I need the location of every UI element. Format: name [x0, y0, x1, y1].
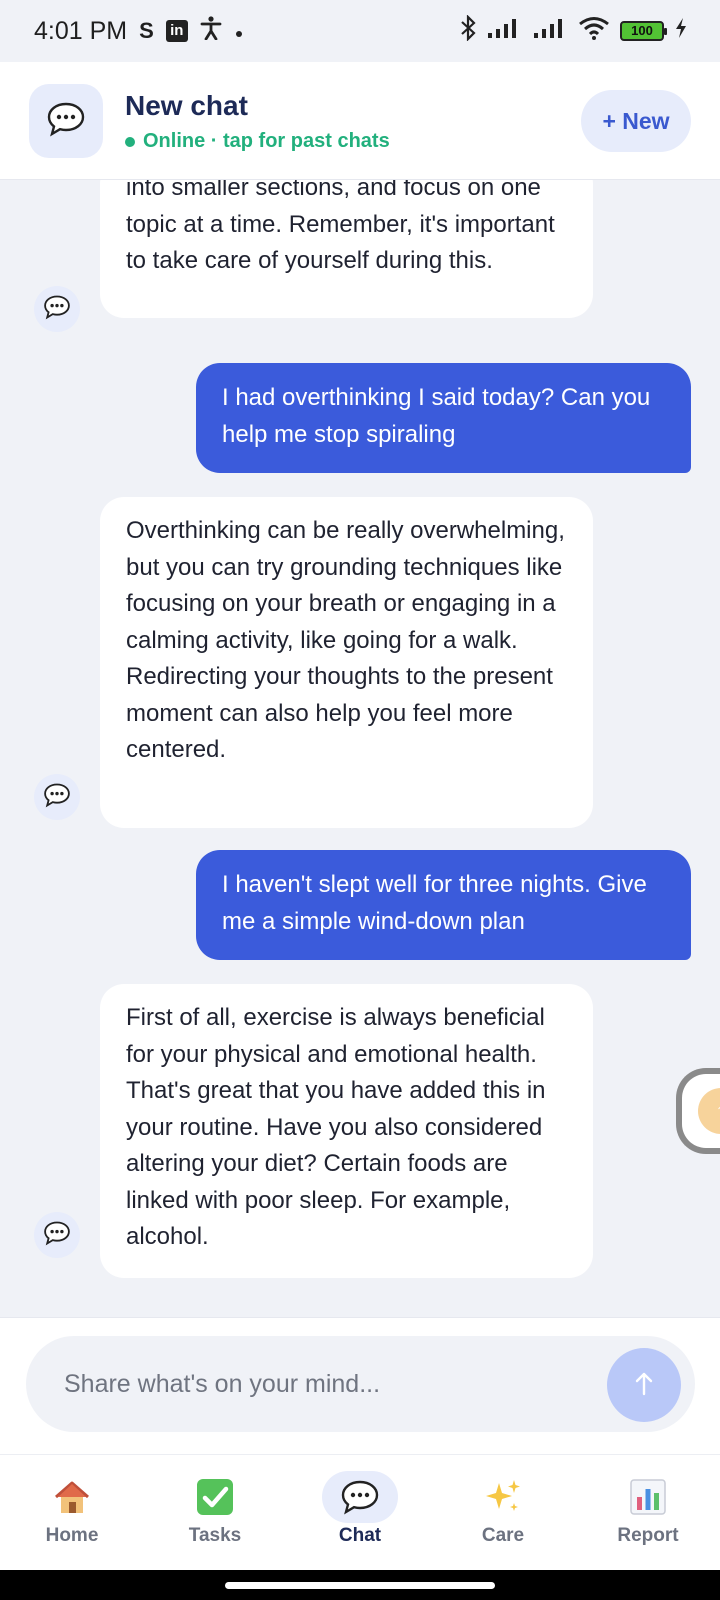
nav-item-home[interactable]: Home: [12, 1455, 132, 1571]
chat-messages[interactable]: into smaller sections, and focus on one …: [0, 180, 720, 1317]
bot-avatar: [34, 286, 80, 332]
bar-chart-icon: [610, 1471, 686, 1523]
floating-edge-handle[interactable]: ↑: [676, 1068, 720, 1154]
nav-label-report: Report: [617, 1525, 679, 1546]
chat-bubble-icon: [43, 782, 71, 813]
signal-icon-2: [532, 17, 568, 46]
online-status-dot-icon: [125, 136, 135, 147]
send-button[interactable]: [607, 1348, 681, 1422]
nav-label-chat: Chat: [338, 1525, 382, 1546]
nav-item-chat[interactable]: Chat: [300, 1455, 420, 1571]
status-right: 100: [460, 13, 688, 48]
chat-header: New chat Online · tap for past chats + N…: [0, 62, 720, 180]
user-message-text: I haven't slept well for three nights. G…: [222, 871, 647, 935]
system-gesture-bar: [0, 1570, 720, 1600]
online-status-text: Online · tap for past chats: [143, 130, 390, 152]
nav-item-care[interactable]: Care: [443, 1455, 563, 1571]
floating-handle-arrow-icon: ↑: [698, 1088, 720, 1134]
sparkles-icon: [465, 1471, 541, 1523]
status-time: 4:01 PM: [34, 16, 128, 45]
accessibility-icon: [200, 15, 222, 47]
status-left: 4:01 PM S in: [34, 15, 244, 47]
nav-label-care: Care: [481, 1525, 525, 1546]
chat-bubble-icon: [46, 101, 86, 142]
bot-message-text: into smaller sections, and focus on one …: [126, 180, 555, 274]
chat-bubble-icon: [43, 294, 71, 325]
home-gesture-handle[interactable]: [225, 1582, 495, 1589]
bot-message: Overthinking can be really overwhelming,…: [100, 497, 593, 828]
bluetooth-icon: [460, 13, 476, 48]
arrow-up-icon: [634, 1370, 654, 1401]
home-icon: [34, 1471, 110, 1523]
status-bar: 4:01 PM S in 100: [0, 0, 720, 62]
charging-icon: [674, 17, 688, 46]
user-message: I haven't slept well for three nights. G…: [196, 850, 691, 960]
message-input[interactable]: [64, 1336, 584, 1432]
bot-avatar: [34, 774, 80, 820]
chat-avatar: [29, 84, 103, 158]
bot-message: into smaller sections, and focus on one …: [100, 180, 593, 318]
more-notifications-dot-icon: [234, 17, 244, 46]
past-chats-link[interactable]: Online · tap for past chats: [125, 130, 390, 153]
user-message: I had overthinking I said today? Can you…: [196, 363, 691, 473]
nav-label-home: Home: [45, 1525, 99, 1546]
nav-label-tasks: Tasks: [188, 1525, 242, 1546]
bot-message: First of all, exercise is always benefic…: [100, 984, 593, 1278]
composer: [26, 1336, 695, 1432]
bottom-nav: Home Tasks Chat Care Report: [0, 1454, 720, 1570]
user-message-text: I had overthinking I said today? Can you…: [222, 384, 651, 448]
signal-icon: [486, 17, 522, 46]
bot-message-text: First of all, exercise is always benefic…: [126, 1004, 546, 1250]
bot-message-text: Overthinking can be really overwhelming,…: [126, 517, 565, 763]
battery-icon: 100: [620, 21, 667, 41]
nav-item-report[interactable]: Report: [588, 1455, 708, 1571]
check-icon: [177, 1471, 253, 1523]
linkedin-icon: in: [165, 20, 188, 42]
new-chat-button[interactable]: + New: [581, 90, 691, 152]
nav-item-tasks[interactable]: Tasks: [155, 1455, 275, 1571]
composer-bar: [0, 1317, 720, 1454]
chat-bubble-icon: [43, 1220, 71, 1251]
s-notification-icon: S: [139, 18, 154, 43]
chat-bubble-icon: [322, 1471, 398, 1523]
chat-title[interactable]: New chat: [125, 90, 248, 122]
wifi-icon: [578, 16, 610, 47]
bot-avatar: [34, 1212, 80, 1258]
